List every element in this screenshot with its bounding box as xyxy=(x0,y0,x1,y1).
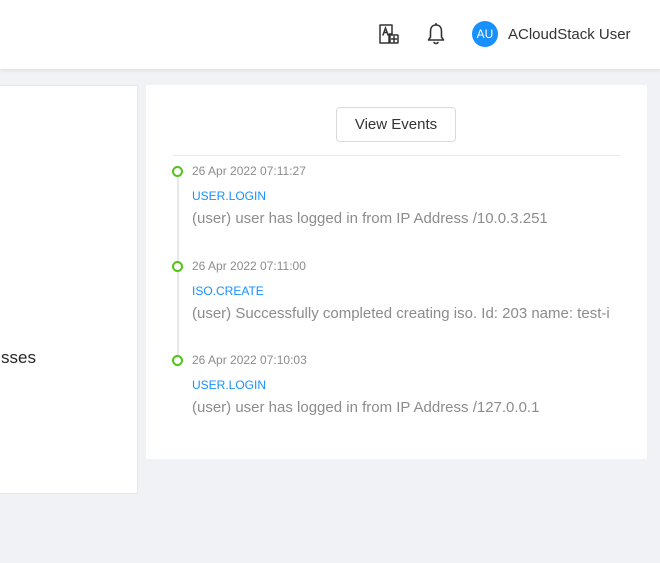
translate-icon[interactable] xyxy=(377,22,401,46)
event-timeline: 26 Apr 2022 07:11:27 USER.LOGIN (user) u… xyxy=(172,163,647,433)
event-description: (user) user has logged in from IP Addres… xyxy=(192,210,548,227)
timeline-item: 26 Apr 2022 07:10:03 USER.LOGIN (user) u… xyxy=(172,352,647,433)
event-time: 26 Apr 2022 07:11:00 xyxy=(192,259,306,273)
timeline-dot-icon xyxy=(172,166,183,177)
divider xyxy=(173,155,620,156)
event-time: 26 Apr 2022 07:11:27 xyxy=(192,164,306,178)
top-header: AU ACloudStack User xyxy=(0,0,660,69)
event-description: (user) Successfully completed creating i… xyxy=(192,305,610,322)
timeline-dot-icon xyxy=(172,355,183,366)
timeline-dot-icon xyxy=(172,261,183,272)
events-card: View Events 26 Apr 2022 07:11:27 USER.LO… xyxy=(146,85,647,459)
user-menu[interactable]: AU ACloudStack User xyxy=(472,21,631,47)
user-name: ACloudStack User xyxy=(508,25,631,43)
event-type-link[interactable]: USER.LOGIN xyxy=(192,189,266,203)
event-type-link[interactable]: ISO.CREATE xyxy=(192,284,264,298)
left-card: sses xyxy=(0,85,138,494)
view-events-button[interactable]: View Events xyxy=(336,107,456,142)
bell-icon[interactable] xyxy=(425,22,447,46)
timeline-item: 26 Apr 2022 07:11:00 ISO.CREATE (user) S… xyxy=(172,258,647,348)
left-card-partial-text: sses xyxy=(1,348,36,367)
avatar: AU xyxy=(472,21,498,47)
event-description: (user) user has logged in from IP Addres… xyxy=(192,399,540,416)
event-time: 26 Apr 2022 07:10:03 xyxy=(192,353,307,367)
event-type-link[interactable]: USER.LOGIN xyxy=(192,378,266,392)
timeline-item: 26 Apr 2022 07:11:27 USER.LOGIN (user) u… xyxy=(172,163,647,253)
